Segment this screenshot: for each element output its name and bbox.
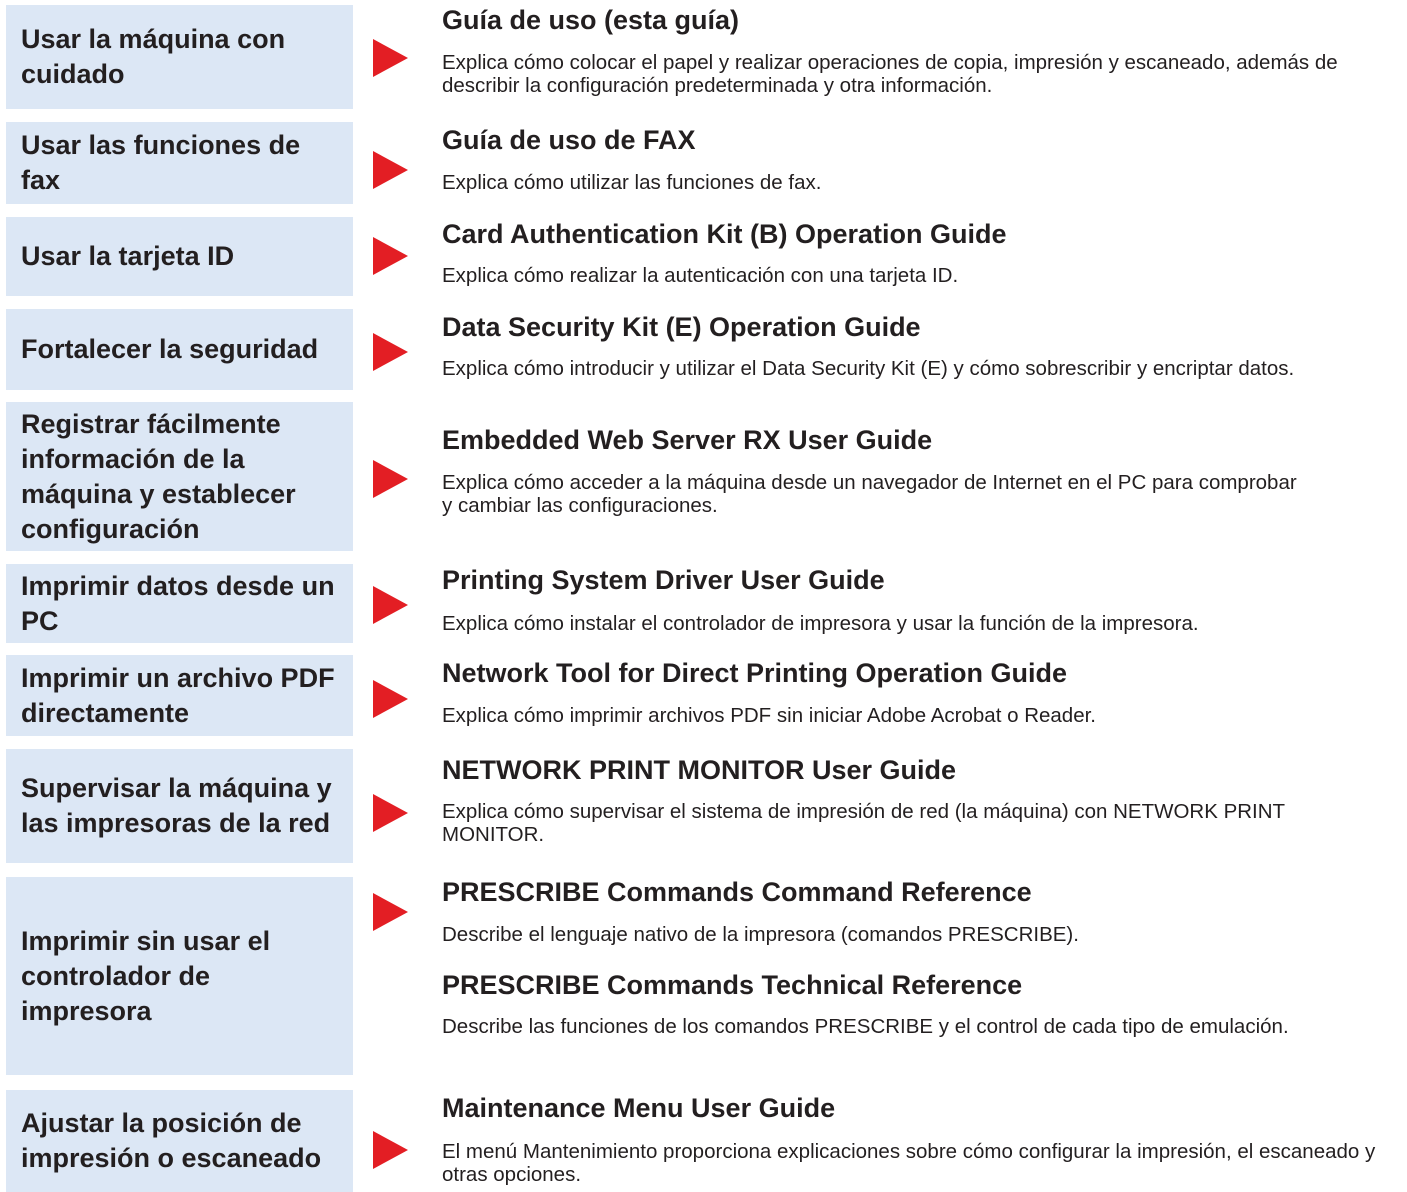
task-box: Imprimir datos desde un PC xyxy=(6,564,353,643)
guide-title: Guía de uso (esta guía) xyxy=(442,5,740,35)
task-label: Usar la máquina con cuidado xyxy=(21,24,286,89)
guide-title: NETWORK PRINT MONITOR User Guide xyxy=(442,755,957,785)
task-box: Ajustar la posición de impresión o escan… xyxy=(6,1090,353,1192)
guide-description: Explica cómo realizar la autenticación c… xyxy=(442,264,959,287)
guide-description: Explica cómo instalar el controlador de … xyxy=(442,612,1199,635)
guide-title: Card Authentication Kit (B) Operation Gu… xyxy=(442,219,1007,249)
task-label: Usar la tarjeta ID xyxy=(21,241,235,271)
task-label: Supervisar la máquina y las impresoras d… xyxy=(21,773,332,838)
guide-description: Describe las funciones de los comandos P… xyxy=(442,1015,1289,1038)
red-arrow-icon xyxy=(373,1131,408,1169)
red-arrow-icon xyxy=(373,586,408,624)
task-label: Imprimir sin usar el controlador de impr… xyxy=(21,925,271,1026)
guide-title: Printing System Driver User Guide xyxy=(442,565,885,595)
guide-title: Maintenance Menu User Guide xyxy=(442,1093,836,1123)
task-label: Usar las funciones de fax xyxy=(21,130,301,195)
red-arrow-icon xyxy=(373,460,408,498)
red-arrow-icon xyxy=(373,151,408,189)
task-box: Registrar fácilmente información de la m… xyxy=(6,402,353,551)
guide-title: Embedded Web Server RX User Guide xyxy=(442,425,933,455)
task-label: Fortalecer la seguridad xyxy=(21,334,319,364)
guide-description: Explica cómo utilizar las funciones de f… xyxy=(442,171,822,194)
task-label: Imprimir datos desde un PC xyxy=(21,570,335,636)
guide-title: PRESCRIBE Commands Command Reference xyxy=(442,877,1032,907)
guide-description: Explica cómo acceder a la máquina desde … xyxy=(442,471,1297,517)
task-box: Usar la máquina con cuidado xyxy=(6,5,353,109)
task-box: Fortalecer la seguridad xyxy=(6,309,353,390)
guide-description: Explica cómo colocar el papel y realizar… xyxy=(442,51,1338,97)
guide-description: Describe el lenguaje nativo de la impres… xyxy=(442,923,1079,946)
guide-description: El menú Mantenimiento proporciona explic… xyxy=(442,1140,1376,1186)
guide-description: Explica cómo introducir y utilizar el Da… xyxy=(442,357,1295,380)
guide-title: Data Security Kit (E) Operation Guide xyxy=(442,312,921,342)
task-box: Usar las funciones de fax xyxy=(6,122,353,204)
red-arrow-icon xyxy=(373,333,408,371)
guide-title: Network Tool for Direct Printing Operati… xyxy=(442,658,1068,688)
guide-title: Guía de uso de FAX xyxy=(442,125,696,155)
task-label: Ajustar la posición de impresión o escan… xyxy=(21,1108,322,1173)
guide-description: Explica cómo imprimir archivos PDF sin i… xyxy=(442,704,1096,727)
task-box: Supervisar la máquina y las impresoras d… xyxy=(6,749,353,863)
task-label: Imprimir un archivo PDF directamente xyxy=(21,662,335,728)
task-box: Imprimir sin usar el controlador de impr… xyxy=(6,877,353,1075)
task-box: Imprimir un archivo PDF directamente xyxy=(6,655,353,736)
red-arrow-icon xyxy=(373,237,408,275)
red-arrow-icon xyxy=(373,794,408,832)
task-box: Usar la tarjeta ID xyxy=(6,217,353,296)
guide-description: Explica cómo supervisar el sistema de im… xyxy=(442,800,1285,846)
guide-title: PRESCRIBE Commands Technical Reference xyxy=(442,970,1023,1000)
red-arrow-icon xyxy=(373,680,408,718)
red-arrow-icon xyxy=(373,39,408,77)
red-arrow-icon xyxy=(373,893,408,931)
task-label: Registrar fácilmente información de la m… xyxy=(21,408,296,544)
